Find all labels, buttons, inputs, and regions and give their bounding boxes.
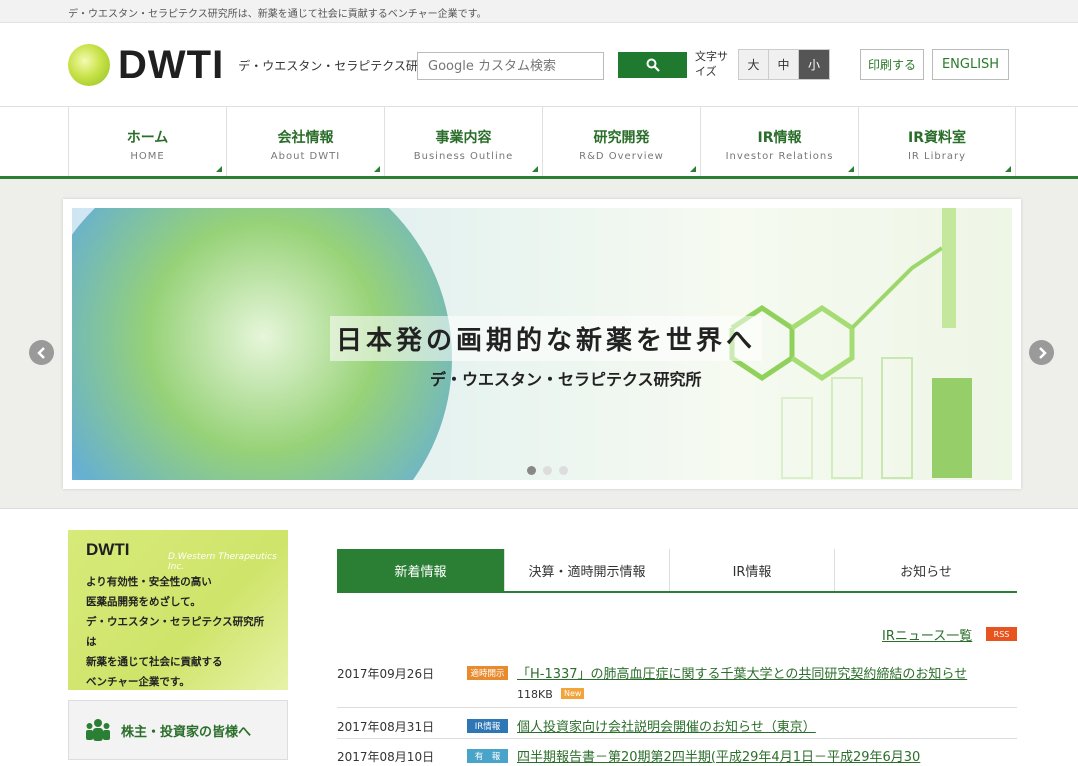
news-tabs: 新着情報 決算・適時開示情報 IR情報 お知らせ: [337, 549, 1017, 593]
nav-label: IR情報: [757, 130, 802, 146]
corner-arrow-icon: [216, 166, 222, 172]
promo-line: 新薬を通じて社会に貢献する: [86, 656, 223, 668]
news-title-link[interactable]: 個人投資家向け会社説明会開催のお知らせ（東京）: [517, 716, 816, 735]
news-title-link[interactable]: 四半期報告書－第20期第2四半期(平成29年4月1日－平成29年6月30: [517, 746, 920, 765]
search-icon: [646, 58, 660, 72]
nav-sublabel: Business Outline: [413, 151, 514, 162]
logo-mark-icon: [68, 44, 110, 86]
investor-link[interactable]: 株主・投資家の皆様へ: [68, 700, 288, 760]
global-nav: ホーム HOME 会社情報 About DWTI 事業内容 Business O…: [0, 106, 1078, 179]
slider-next-button[interactable]: [1029, 340, 1054, 365]
textsize-switcher: 大 中 小: [738, 49, 830, 80]
slider-frame: 日本発の画期的な新薬を世界へ デ・ウエスタン・セラピテクス研究所: [63, 199, 1021, 489]
textsize-medium-button[interactable]: 中: [769, 50, 799, 79]
promo-line: デ・ウエスタン・セラピテクス研究所は: [86, 616, 265, 648]
nav-sublabel: R&D Overview: [579, 151, 664, 162]
corner-arrow-icon: [374, 166, 380, 172]
news-date: 2017年08月31日: [337, 720, 435, 734]
header: DWTI デ・ウエスタン・セラピテクス研究所 文字サイズ 大 中 小 印刷する …: [0, 24, 1078, 106]
row-divider: [337, 707, 1017, 708]
tagline: デ・ウエスタン・セラピテクス研究所は、新薬を通じて社会に貢献するベンチャー企業で…: [68, 9, 487, 20]
corner-arrow-icon: [690, 166, 696, 172]
news-title-link[interactable]: 「H-1337」の肺高血圧症に関する千葉大学との共同研究契約締結のお知らせ: [517, 663, 967, 682]
print-button[interactable]: 印刷する: [860, 49, 924, 80]
logo-subtitle: デ・ウエスタン・セラピテクス研究所: [238, 58, 442, 73]
search-button[interactable]: [618, 52, 687, 78]
nav-label: 会社情報: [277, 130, 334, 146]
promo-banner[interactable]: DWTI D.Western Therapeutics Inc. より有効性・安…: [68, 530, 288, 690]
nav-item-about[interactable]: 会社情報 About DWTI: [226, 107, 384, 176]
nav-sublabel: HOME: [130, 151, 165, 162]
people-icon: [86, 719, 110, 741]
row-divider: [337, 738, 1017, 739]
nav-label: 研究開発: [593, 130, 650, 146]
nav-item-business[interactable]: 事業内容 Business Outline: [384, 107, 542, 176]
english-button[interactable]: ENGLISH: [932, 49, 1009, 80]
search-input[interactable]: [417, 52, 604, 80]
nav-sublabel: Investor Relations: [725, 151, 834, 162]
chevron-left-icon: [36, 346, 45, 359]
news-category-badge: IR情報: [467, 719, 508, 733]
news-category-badge: 適時開示: [467, 666, 508, 680]
new-badge: New: [561, 688, 585, 699]
news-category-badge: 有 報: [467, 749, 508, 763]
investor-label: 株主・投資家の皆様へ: [121, 724, 252, 740]
nav-item-ir[interactable]: IR情報 Investor Relations: [700, 107, 858, 176]
nav-item-ir-library[interactable]: IR資料室 IR Library: [858, 107, 1016, 176]
promo-line: ベンチャー企業です。: [86, 676, 190, 688]
rss-badge[interactable]: RSS: [986, 627, 1017, 641]
textsize-label: 文字サイズ: [695, 50, 728, 78]
news-date: 2017年09月26日: [337, 667, 435, 681]
nav-item-home[interactable]: ホーム HOME: [68, 107, 226, 176]
slider-dot-1[interactable]: [527, 466, 536, 475]
corner-arrow-icon: [1005, 166, 1011, 172]
slider-prev-button[interactable]: [29, 340, 54, 365]
promo-line: より有効性・安全性の高い: [86, 576, 212, 588]
textsize-small-button[interactable]: 小: [799, 50, 829, 79]
slider-dot-3[interactable]: [559, 466, 568, 475]
file-size: 118KB: [517, 688, 553, 701]
tagline-bar: デ・ウエスタン・セラピテクス研究所は、新薬を通じて社会に貢献するベンチャー企業で…: [0, 0, 1078, 23]
corner-arrow-icon: [532, 166, 538, 172]
logo[interactable]: DWTI デ・ウエスタン・セラピテクス研究所: [68, 44, 442, 86]
slide-headline: 日本発の画期的な新薬を世界へ: [330, 316, 763, 361]
tab-latest[interactable]: 新着情報: [337, 549, 505, 591]
hero-slider: 日本発の画期的な新薬を世界へ デ・ウエスタン・セラピテクス研究所: [0, 179, 1078, 509]
tab-financial[interactable]: 決算・適時開示情報: [505, 549, 670, 591]
promo-line: 医薬品開発をめざして。: [86, 596, 201, 608]
corner-arrow-icon: [848, 166, 854, 172]
slider-dots: [527, 466, 568, 475]
tab-notice[interactable]: お知らせ: [835, 549, 1017, 591]
nav-sublabel: About DWTI: [270, 151, 341, 162]
promo-band-text: D.Western Therapeutics Inc.: [168, 552, 277, 572]
nav-label: IR資料室: [908, 130, 966, 146]
tab-ir[interactable]: IR情報: [670, 549, 835, 591]
slider-dot-2[interactable]: [543, 466, 552, 475]
promo-text: より有効性・安全性の高い 医薬品開発をめざして。 デ・ウエスタン・セラピテクス研…: [86, 572, 270, 692]
textsize-large-button[interactable]: 大: [739, 50, 769, 79]
slide-subtitle: デ・ウエスタン・セラピテクス研究所: [430, 370, 702, 389]
logo-text: DWTI: [118, 43, 225, 87]
nav-item-rd[interactable]: 研究開発 R&D Overview: [542, 107, 700, 176]
nav-label: 事業内容: [435, 130, 492, 146]
ir-news-list-link[interactable]: IRニュース一覧: [882, 625, 972, 644]
nav-label: ホーム: [126, 130, 169, 146]
news-date: 2017年08月10日: [337, 750, 435, 764]
chevron-right-icon: [1038, 346, 1047, 359]
slide-image[interactable]: 日本発の画期的な新薬を世界へ デ・ウエスタン・セラピテクス研究所: [72, 208, 1012, 480]
nav-sublabel: IR Library: [907, 151, 967, 162]
